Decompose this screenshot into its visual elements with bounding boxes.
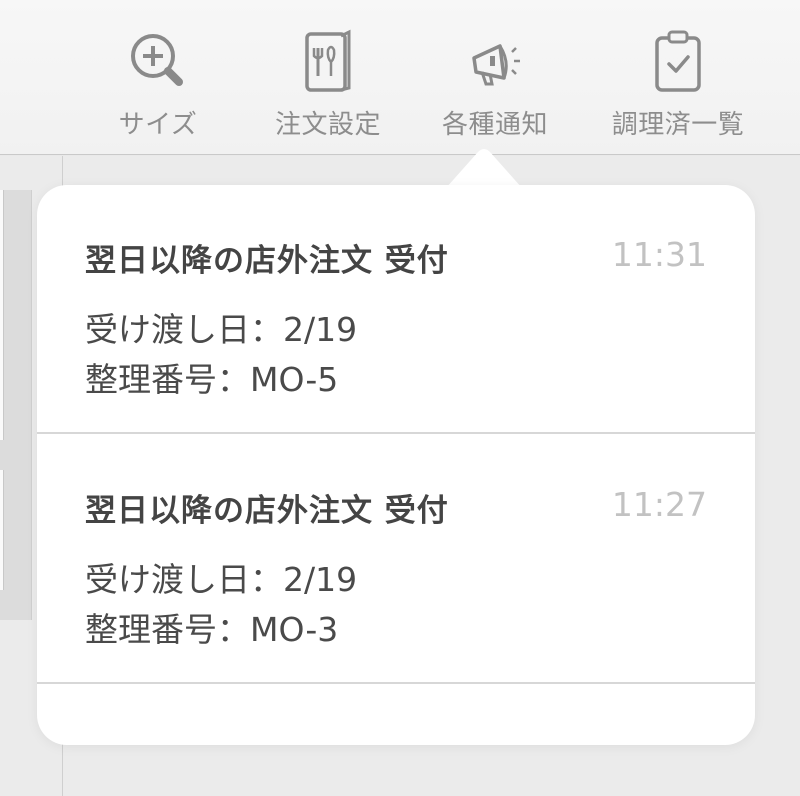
notification-order-number: 整理番号：MO-5 (85, 360, 339, 399)
cooked-list-label: 調理済一覧 (611, 110, 745, 140)
size-button[interactable]: サイズ (88, 28, 228, 141)
notification-time: 11:27 (611, 485, 707, 524)
zoom-in-icon (88, 28, 228, 98)
megaphone-icon (425, 28, 565, 98)
divider (37, 682, 755, 684)
notification-order-number: 整理番号：MO-3 (85, 610, 339, 649)
notifications-popover: 翌日以降の店外注文 受付 11:31 受け渡し日：2/19 整理番号：MO-5 … (37, 185, 755, 745)
notification-item[interactable]: 翌日以降の店外注文 受付 11:31 受け渡し日：2/19 整理番号：MO-5 (37, 185, 755, 435)
toolbar: サイズ 注文設定 各種通知 調理済一覧 (0, 0, 800, 155)
notification-time: 11:31 (611, 235, 707, 274)
divider (37, 432, 755, 434)
notifications-label: 各種通知 (441, 110, 548, 140)
size-label: サイズ (118, 110, 198, 140)
background-panel (0, 190, 32, 620)
notification-title: 翌日以降の店外注文 受付 (85, 243, 449, 279)
popover-arrow (446, 149, 522, 188)
background-card (0, 470, 4, 590)
cooked-list-button[interactable]: 調理済一覧 (608, 28, 748, 141)
notifications-button[interactable]: 各種通知 (425, 28, 565, 141)
notification-title: 翌日以降の店外注文 受付 (85, 493, 449, 529)
menu-book-icon (258, 28, 398, 98)
background-card (0, 190, 4, 440)
order-settings-button[interactable]: 注文設定 (258, 28, 398, 141)
notification-delivery-date: 受け渡し日：2/19 (85, 310, 358, 349)
clipboard-check-icon (608, 28, 748, 98)
notification-item[interactable]: 翌日以降の店外注文 受付 11:27 受け渡し日：2/19 整理番号：MO-3 (37, 435, 755, 685)
notification-delivery-date: 受け渡し日：2/19 (85, 560, 358, 599)
order-settings-label: 注文設定 (274, 110, 381, 140)
